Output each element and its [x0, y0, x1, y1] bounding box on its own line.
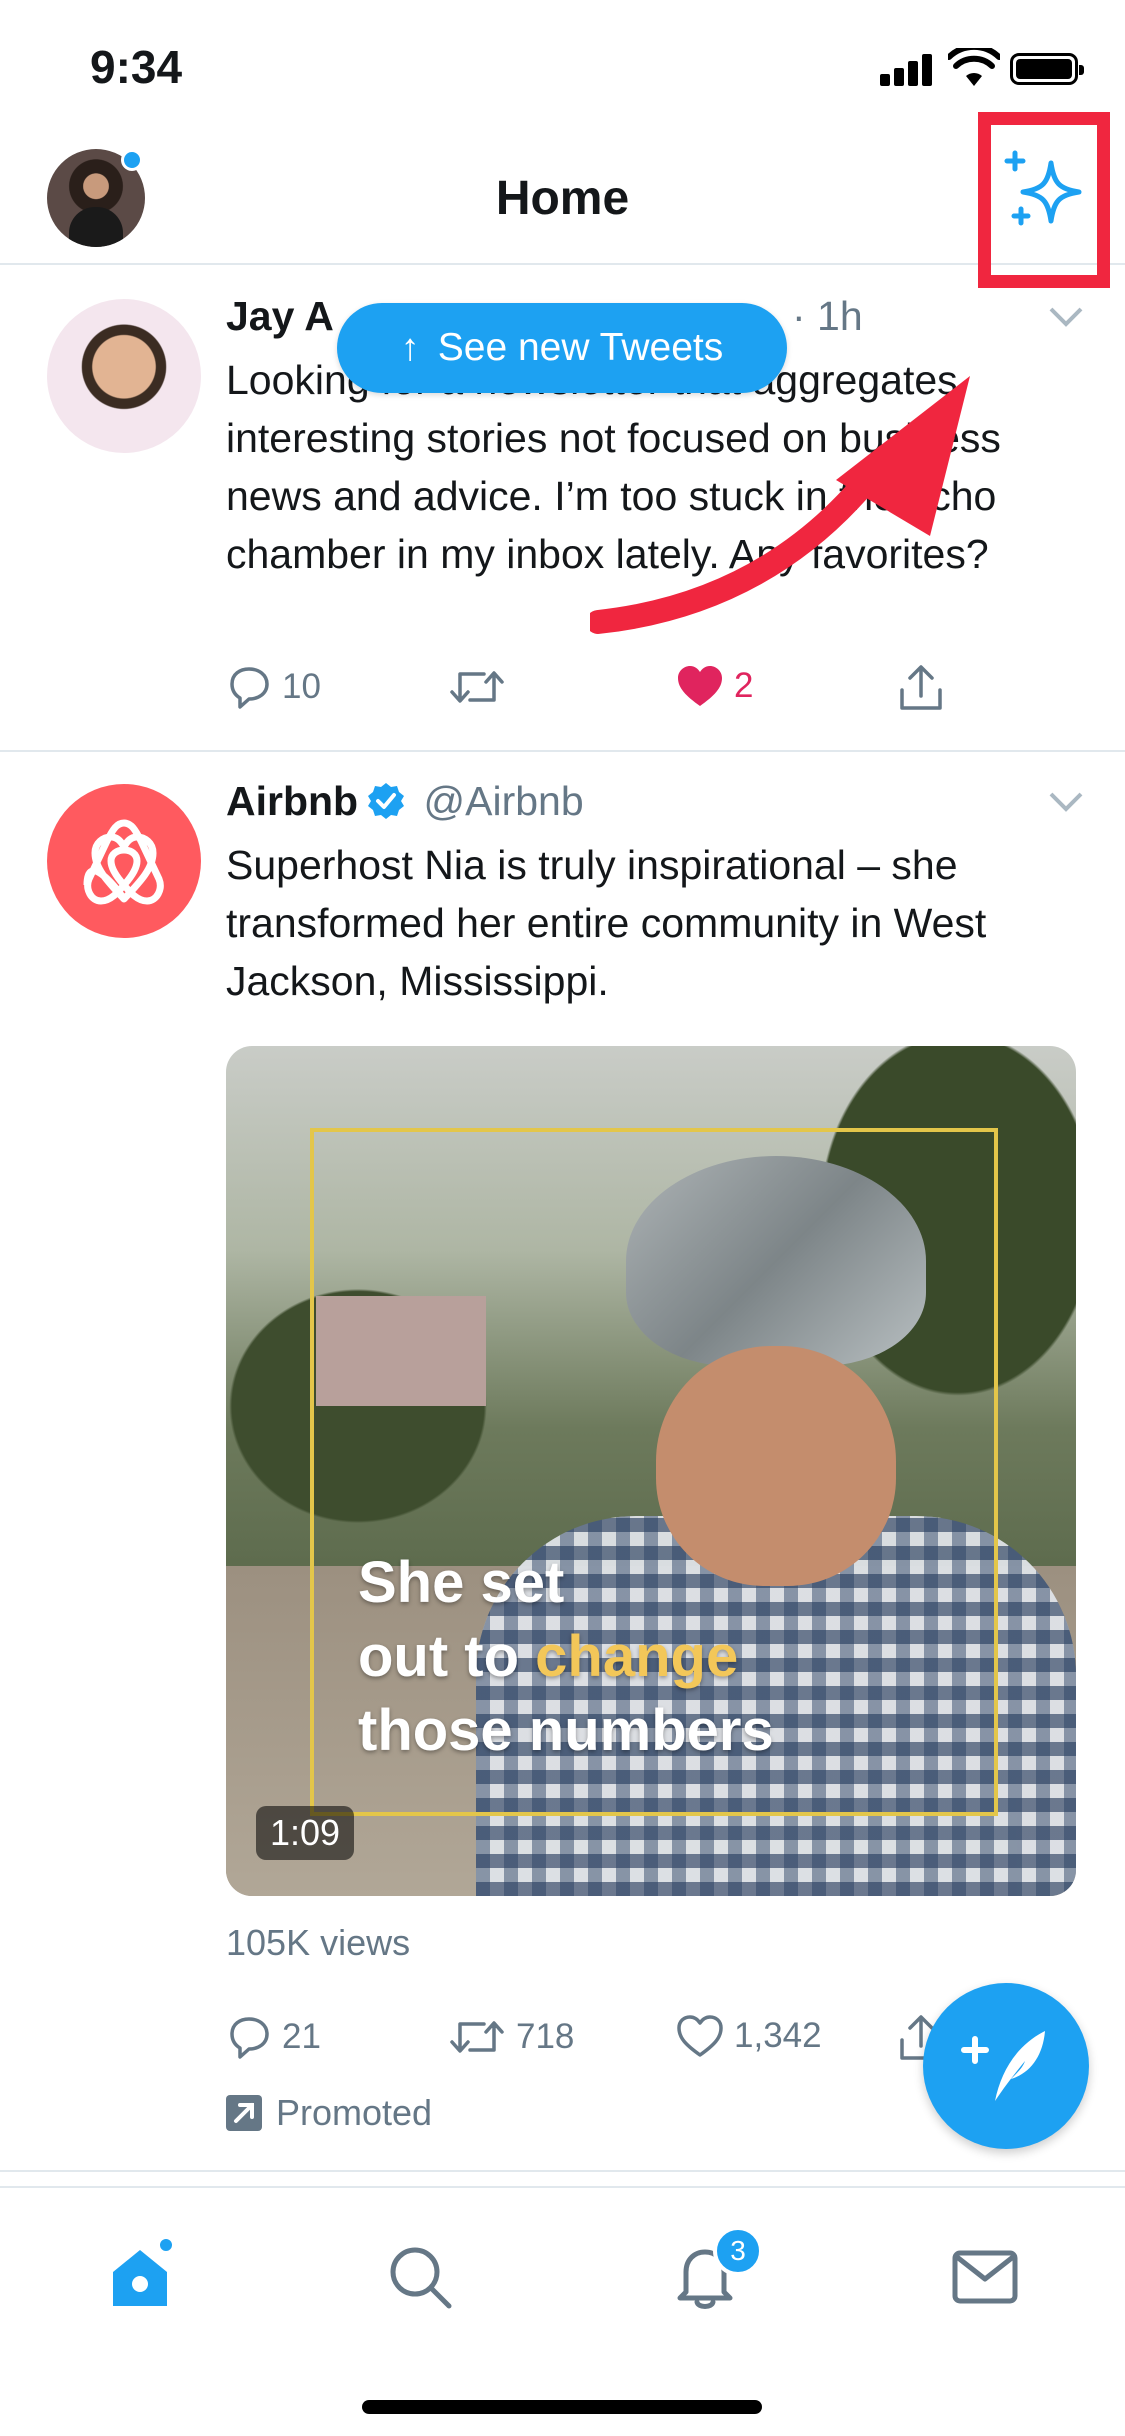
- notification-badge: 3: [713, 2226, 763, 2276]
- home-indicator: [362, 2400, 762, 2414]
- like-button[interactable]: 1,342: [676, 2014, 822, 2058]
- tweet-author-name[interactable]: Airbnb: [226, 778, 358, 824]
- home-new-content-dot: [157, 2236, 175, 2254]
- video-caption-line-2: out to change: [358, 1620, 774, 1694]
- tab-home[interactable]: [95, 2232, 185, 2322]
- cellular-signal-icon: [880, 52, 934, 86]
- status-time: 9:34: [90, 41, 183, 93]
- retweet-button[interactable]: [448, 664, 506, 710]
- video-caption-line-1: She set: [358, 1550, 565, 1615]
- heart-filled-icon: [678, 666, 722, 706]
- video-caption-line-2-prefix: out to: [358, 1624, 536, 1689]
- video-caption-highlight: change: [535, 1624, 739, 1689]
- search-icon: [390, 2247, 452, 2309]
- retweet-icon: [450, 2021, 504, 2053]
- promoted-label: Promoted: [226, 2092, 432, 2134]
- compose-tweet-button[interactable]: [923, 1983, 1089, 2149]
- arrow-up-icon: ↑: [400, 326, 420, 369]
- heart-icon: [677, 2015, 723, 2057]
- tweet-header: Airbnb @Airbnb: [226, 778, 584, 825]
- page-title: Home: [495, 172, 630, 225]
- battery-icon: [1010, 53, 1084, 85]
- share-button[interactable]: [898, 664, 944, 712]
- like-count: 2: [734, 666, 754, 705]
- avatar-notification-dot: [121, 149, 143, 171]
- tab-messages[interactable]: [940, 2232, 1030, 2322]
- tweet-author-handle[interactable]: @Airbnb: [424, 778, 584, 824]
- sparkle-icon: [1004, 150, 1082, 226]
- tab-notifications[interactable]: 3: [660, 2226, 763, 2322]
- top-tweets-toggle-button[interactable]: [978, 112, 1110, 288]
- promoted-tweet[interactable]: Airbnb @Airbnb Superhost Nia is truly in…: [0, 752, 1125, 2172]
- video-caption-line-3: those numbers: [358, 1698, 774, 1763]
- chevron-down-icon[interactable]: [1049, 307, 1083, 327]
- tweet-video[interactable]: She set out to change those numbers 1:09: [226, 1046, 1076, 1896]
- reply-count: 21: [282, 2017, 321, 2056]
- nav-header: Home: [0, 112, 1125, 288]
- verified-badge-icon: [368, 783, 405, 819]
- mail-icon: [952, 2250, 1018, 2304]
- airbnb-logo-avatar[interactable]: [47, 784, 201, 938]
- video-caption: She set out to change those numbers: [358, 1546, 774, 1768]
- tweet-author-avatar[interactable]: [47, 299, 201, 453]
- tweet-time: · 1h: [792, 293, 863, 339]
- status-bar: 9:34: [0, 0, 1125, 135]
- tweet-header: Jay A · 1h: [226, 293, 863, 340]
- tweet-text: Superhost Nia is truly inspirational – s…: [226, 842, 987, 1004]
- see-new-tweets-label: See new Tweets: [437, 326, 724, 369]
- share-icon: [900, 665, 942, 710]
- tab-bar: 3: [0, 2186, 1125, 2436]
- see-new-tweets-button[interactable]: ↑ See new Tweets: [337, 303, 787, 393]
- reply-button[interactable]: 21: [226, 2014, 321, 2060]
- wifi-icon: [948, 48, 1000, 86]
- retweet-icon: [450, 671, 504, 703]
- reply-count: 10: [282, 667, 321, 706]
- tweet-actions: 10 2: [226, 664, 1086, 724]
- reply-icon: [230, 667, 269, 709]
- reply-button[interactable]: 10: [226, 664, 321, 710]
- video-view-count: 105K views: [226, 1922, 411, 1963]
- video-duration: 1:09: [256, 1806, 355, 1860]
- like-button[interactable]: 2: [676, 664, 753, 708]
- like-count: 1,342: [734, 2016, 822, 2055]
- tab-search[interactable]: [375, 2232, 465, 2322]
- retweet-count: 718: [516, 2017, 575, 2056]
- retweet-button[interactable]: 718: [448, 2014, 574, 2060]
- promoted-icon: [226, 2095, 262, 2131]
- promoted-text: Promoted: [276, 2092, 433, 2133]
- tweet-author-name[interactable]: Jay A: [226, 293, 334, 339]
- reply-icon: [230, 2017, 269, 2059]
- chevron-down-icon[interactable]: [1049, 792, 1083, 812]
- compose-feather-icon: [961, 2031, 1045, 2101]
- airbnb-logo-icon: [83, 819, 164, 905]
